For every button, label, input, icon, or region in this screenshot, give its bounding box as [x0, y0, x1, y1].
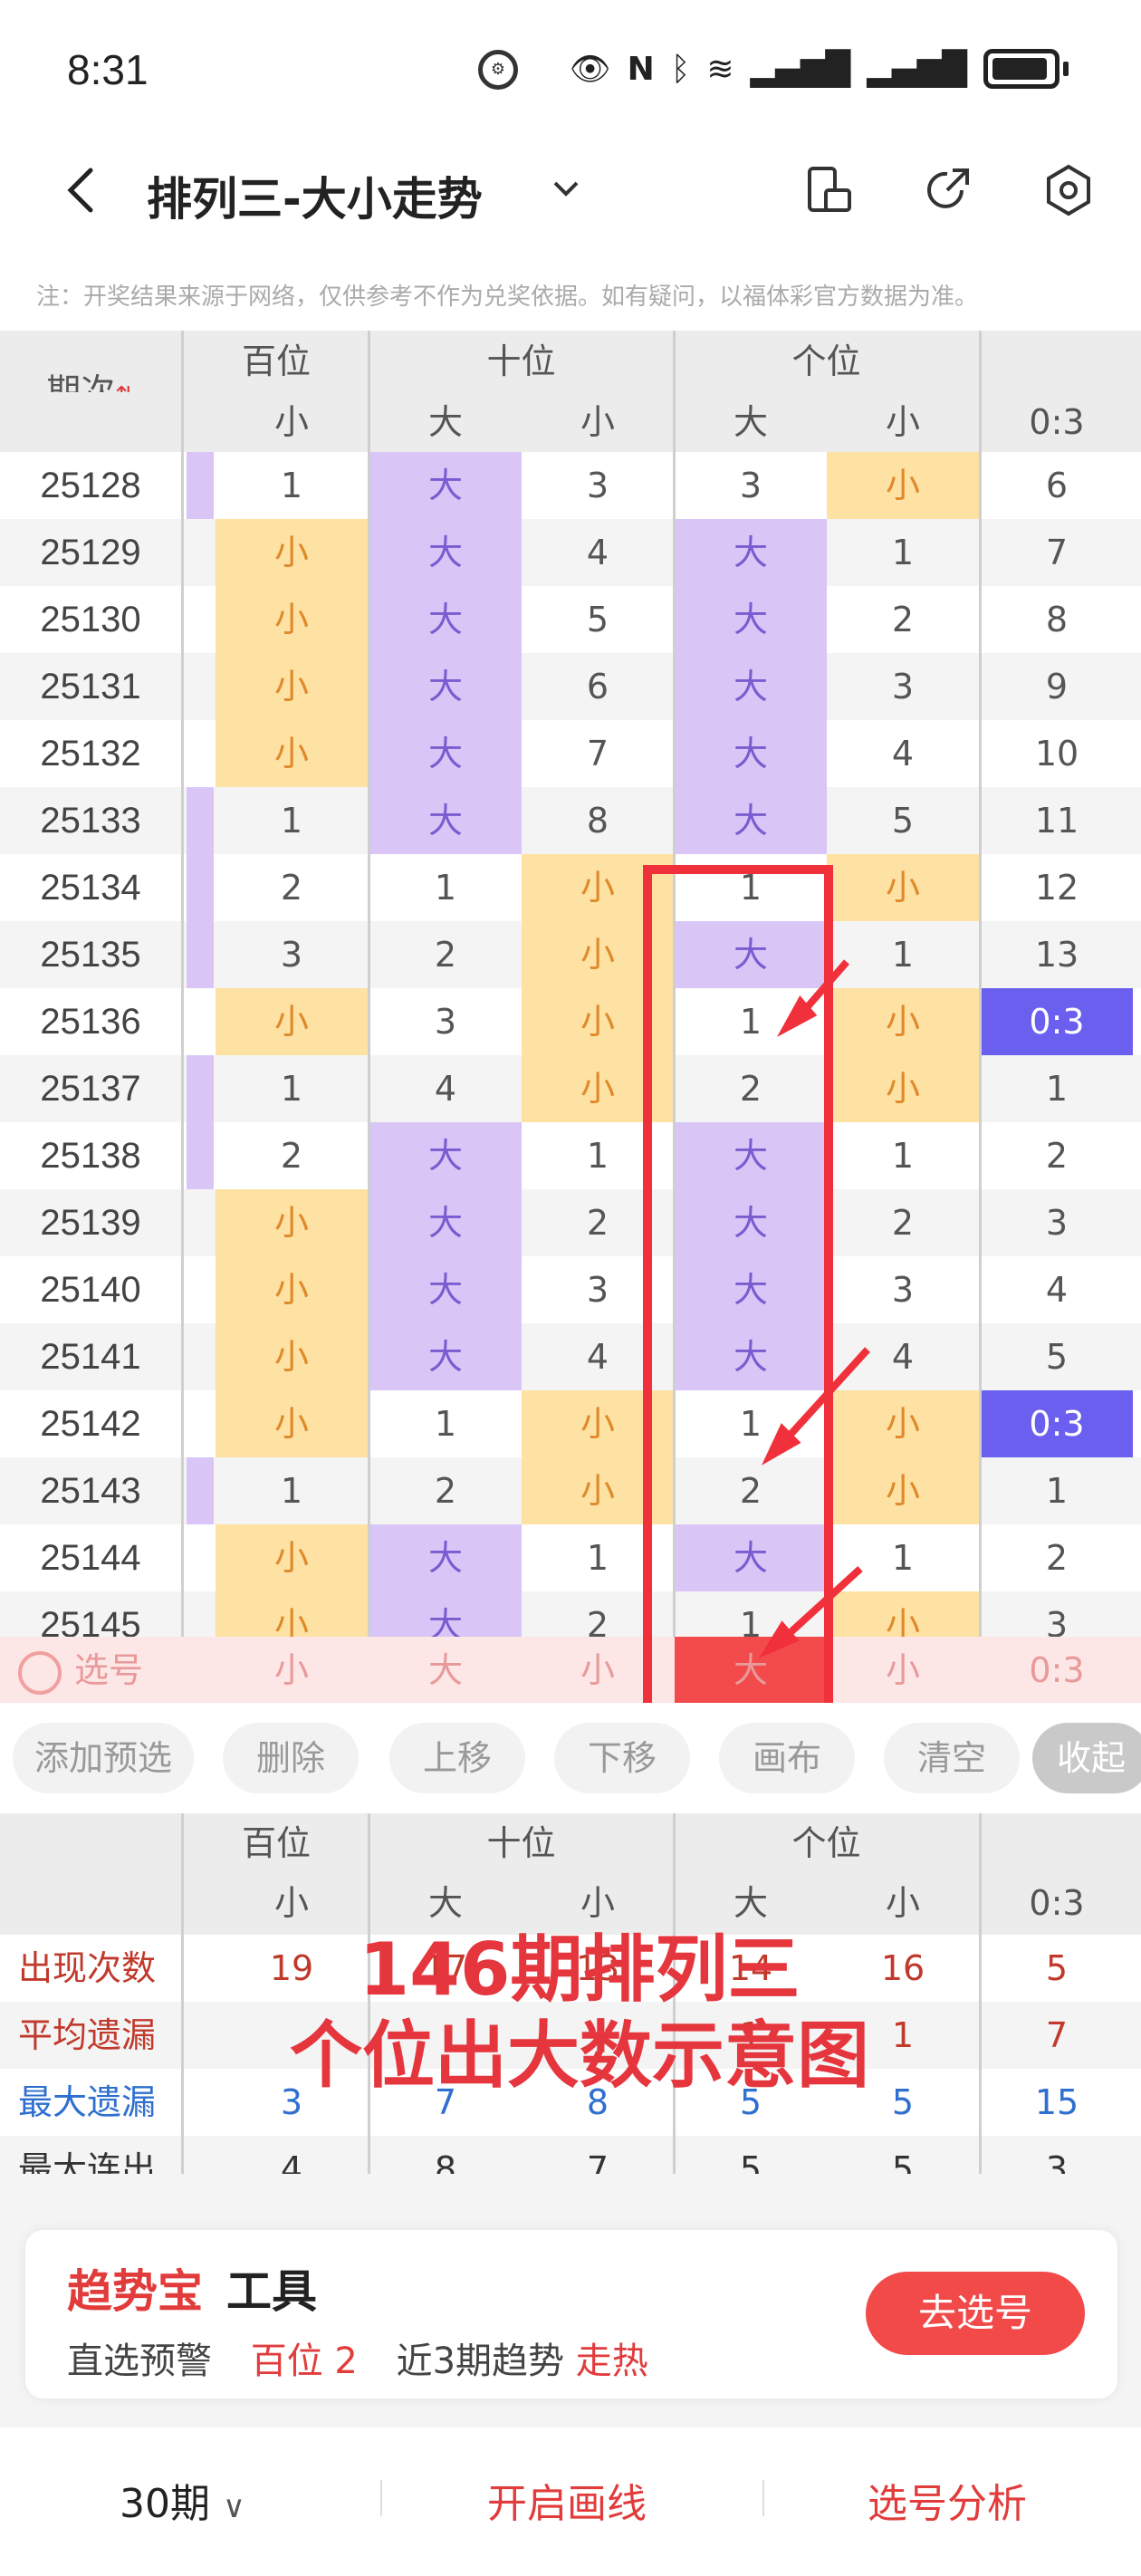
trend-tool-card: 趋势宝 工具 直选预警 百位 2 近3期趋势 走热 去选号 — [25, 2230, 1117, 2398]
stats-group-hundreds: 百位 — [241, 1823, 311, 1863]
move-down-button[interactable]: 下移 — [554, 1723, 690, 1793]
stats-label: 出现次数 — [18, 1948, 157, 1988]
divider — [380, 2480, 382, 2516]
stats-value: 7 — [1045, 2015, 1069, 2055]
tool-title-red: 趋势宝 — [67, 2265, 203, 2318]
period-selector[interactable]: 30期 ∨ — [120, 2471, 245, 2529]
tool-trend-value: 走热 — [575, 2341, 648, 2382]
move-up-button[interactable]: 上移 — [389, 1723, 525, 1793]
stats-sub-header-cell: 0:3 — [1029, 1883, 1085, 1923]
overlay-line-2: 个位出大数示意图 — [290, 2014, 869, 2098]
stats-group-units: 个位 — [791, 1823, 861, 1863]
chevron-down-icon: ∨ — [223, 2489, 245, 2525]
bottom-bar: 30期 ∨ 开启画线 选号分析 — [0, 2427, 1141, 2576]
clear-button[interactable]: 清空 — [884, 1723, 1020, 1793]
divider — [762, 2480, 764, 2516]
period-selector-label: 30期 — [120, 2481, 210, 2527]
stats-group-header: - 百位 十位 个位 — [0, 1813, 1141, 1894]
divider — [979, 1813, 982, 2203]
delete-button[interactable]: 删除 — [223, 1723, 359, 1793]
draw-line-button[interactable]: 开启画线 — [487, 2471, 647, 2529]
stats-value: 5 — [1045, 1948, 1069, 1988]
stats-label: 最大遗漏 — [18, 2082, 157, 2122]
stats-group-tens: 十位 — [486, 1823, 556, 1863]
analysis-button[interactable]: 选号分析 — [868, 2471, 1027, 2529]
divider — [181, 1813, 184, 2203]
canvas-button[interactable]: 画布 — [719, 1723, 855, 1793]
add-preselect-button[interactable]: 添加预选 — [13, 1723, 194, 1793]
go-select-button[interactable]: 去选号 — [866, 2272, 1085, 2355]
tool-warning-label: 直选预警 — [67, 2341, 212, 2382]
tool-trend-label: 近3期趋势 — [396, 2341, 565, 2382]
stats-value: 15 — [1034, 2082, 1079, 2122]
stats-label: 平均遗漏 — [18, 2015, 157, 2055]
tool-summary: 直选预警 百位 2 近3期趋势 走热 — [67, 2331, 648, 2384]
tool-warning-value: 百位 2 — [250, 2341, 358, 2382]
tool-title: 工具 — [226, 2265, 317, 2318]
collapse-button[interactable]: 收起 — [1032, 1723, 1141, 1793]
action-bar: 添加预选 删除 上移 下移 画布 清空 收起 — [0, 1703, 1141, 1812]
